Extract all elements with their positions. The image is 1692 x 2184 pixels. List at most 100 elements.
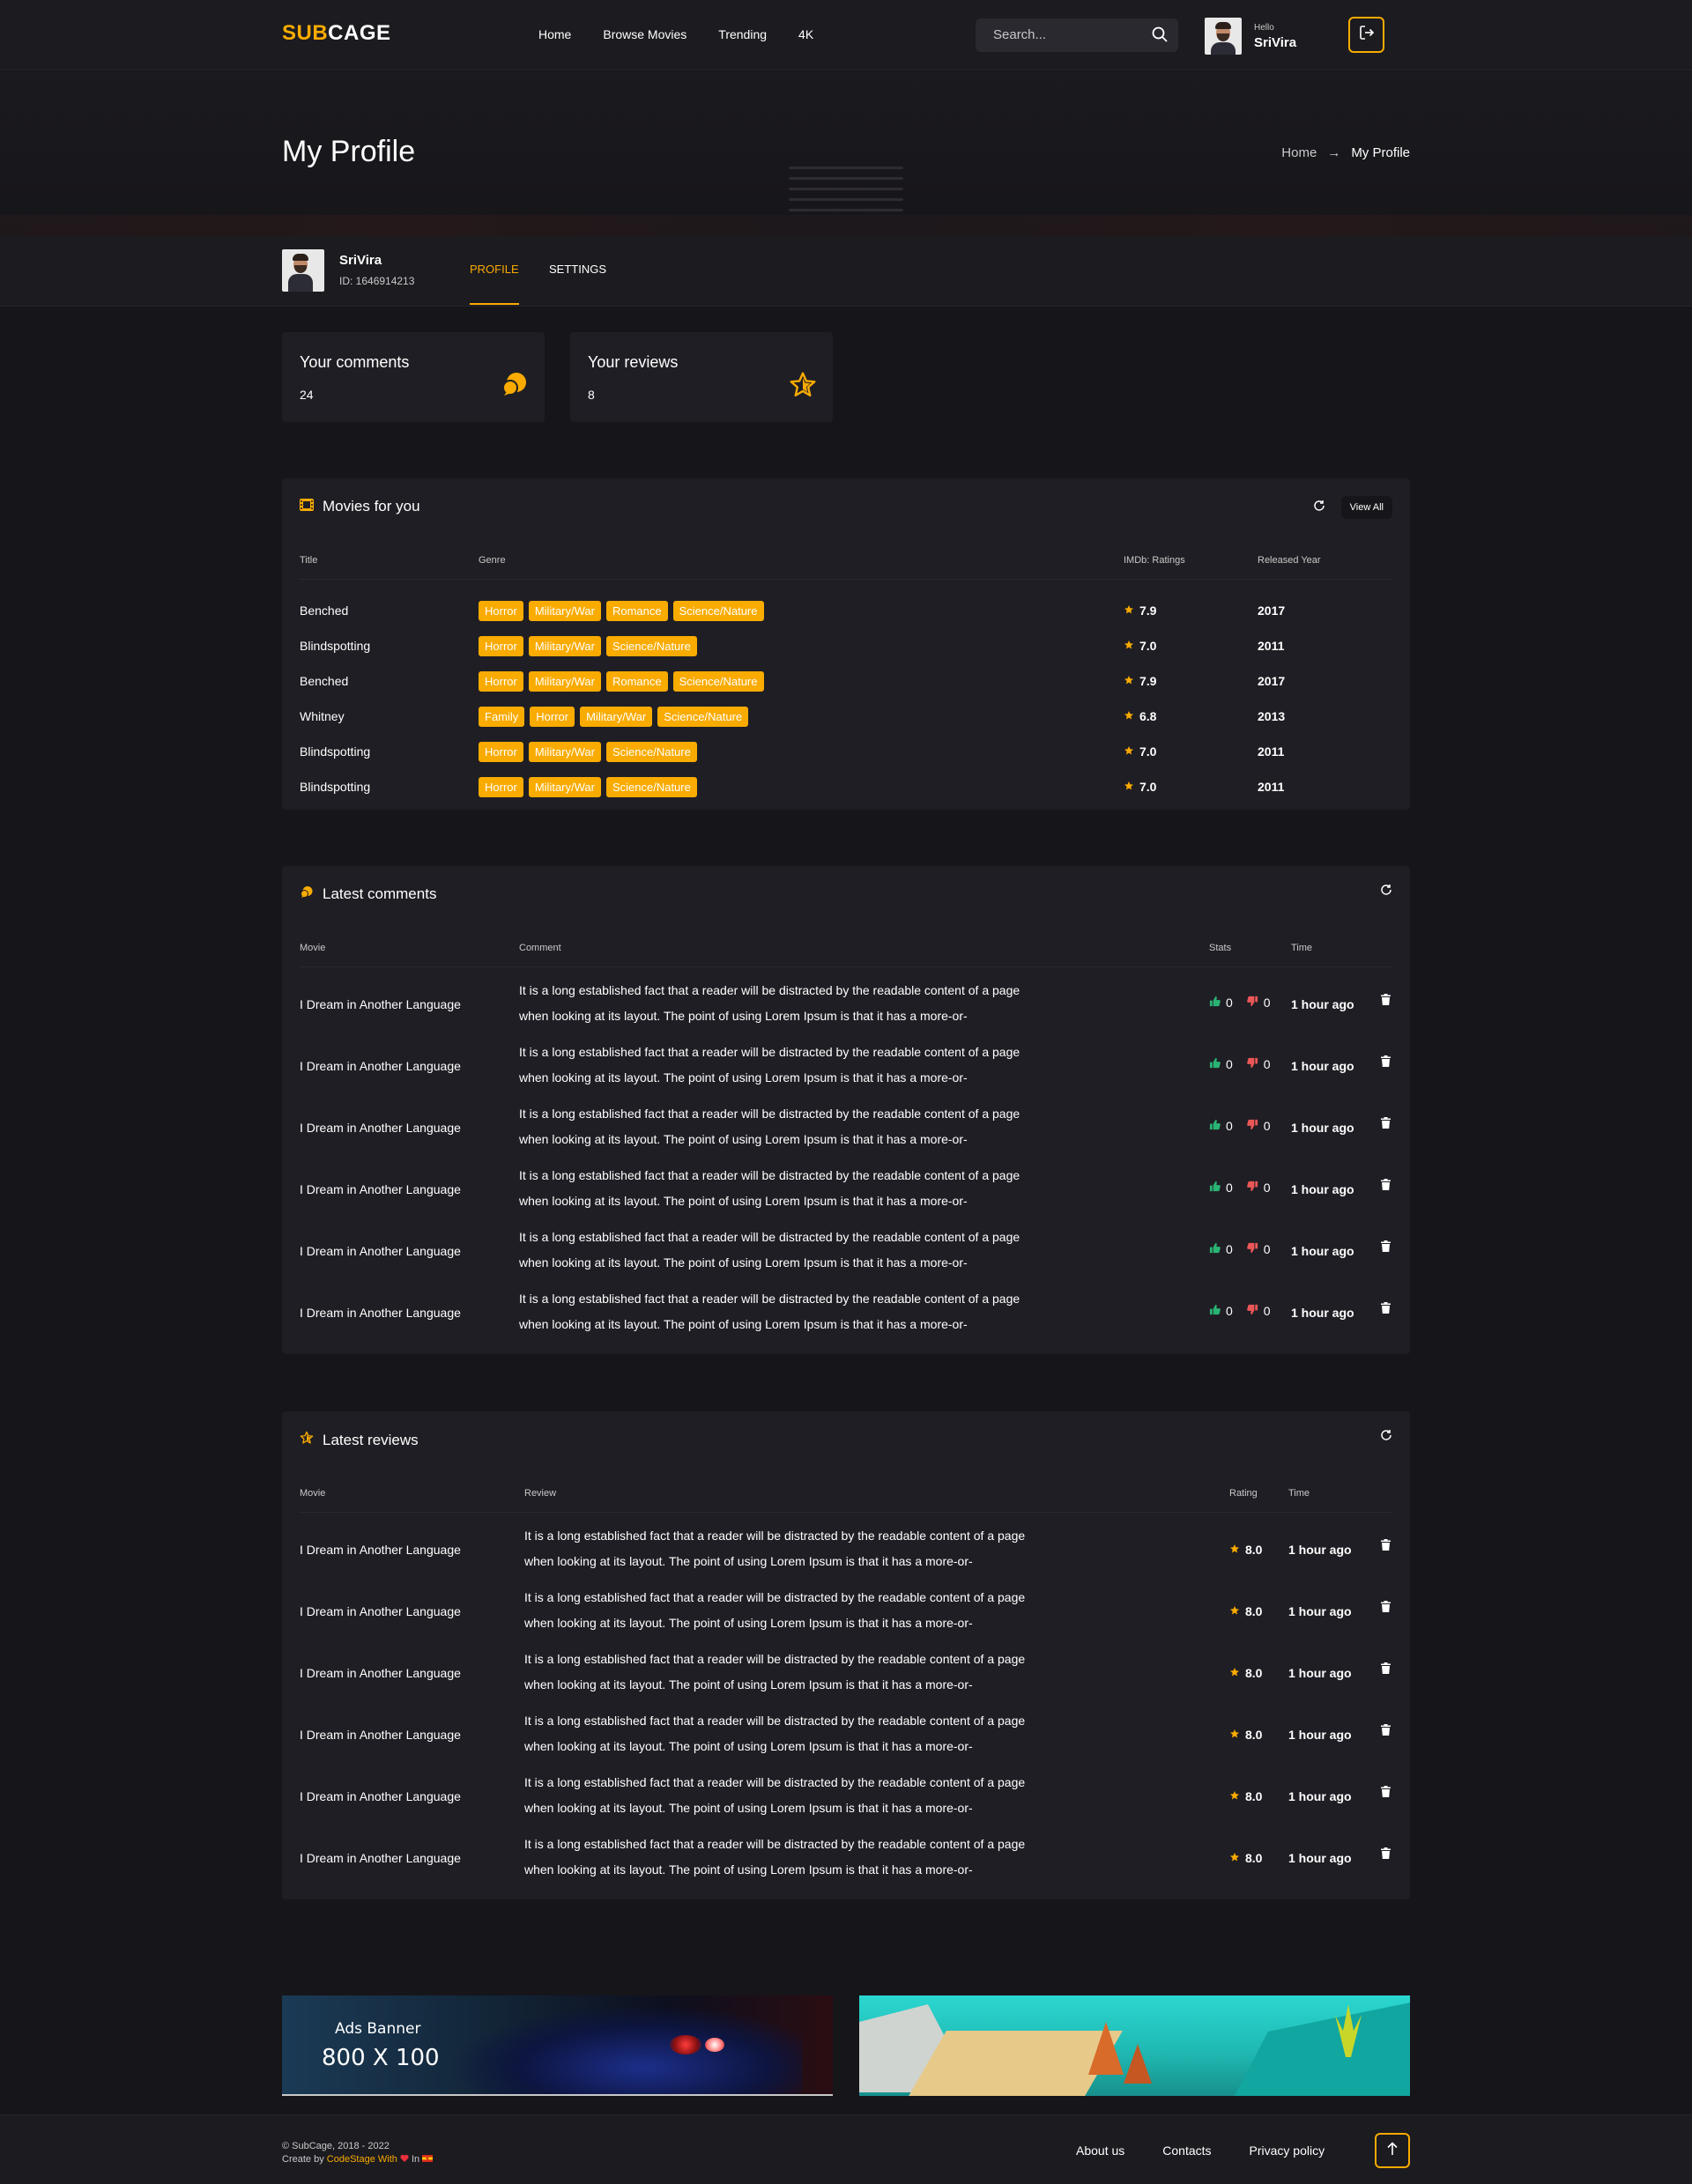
search-input[interactable] xyxy=(993,27,1143,42)
thumbs-down-icon[interactable] xyxy=(1246,1119,1258,1133)
genre-tag[interactable]: Horror xyxy=(479,601,523,621)
thumbs-up-icon[interactable] xyxy=(1209,1181,1221,1195)
review-movie[interactable]: I Dream in Another Language xyxy=(300,1851,461,1865)
nav-4k[interactable]: 4K xyxy=(798,27,813,41)
genre-tag[interactable]: Science/Nature xyxy=(605,777,697,797)
user-menu[interactable]: Hello SriVira xyxy=(1205,18,1296,55)
trash-icon[interactable] xyxy=(1381,1240,1391,1256)
review-text: It is a long established fact that a rea… xyxy=(524,1770,1071,1821)
column-header-year: Released Year xyxy=(1258,555,1321,566)
nav-trending[interactable]: Trending xyxy=(718,27,767,41)
genre-tag[interactable]: Science/Nature xyxy=(672,601,764,621)
tab-profile[interactable]: PROFILE xyxy=(470,263,519,305)
movie-title[interactable]: Blindspotting xyxy=(300,639,370,653)
genre-tag[interactable]: Horror xyxy=(530,707,575,727)
comment-movie[interactable]: I Dream in Another Language xyxy=(300,1059,461,1073)
genre-tag[interactable]: Horror xyxy=(479,742,523,762)
review-movie[interactable]: I Dream in Another Language xyxy=(300,1789,461,1803)
genre-tag[interactable]: Military/War xyxy=(528,742,601,762)
thumbs-down-icon[interactable] xyxy=(1246,1057,1258,1071)
genre-tag[interactable]: Military/War xyxy=(528,671,601,692)
movie-title[interactable]: Blindspotting xyxy=(300,744,370,759)
review-movie[interactable]: I Dream in Another Language xyxy=(300,1543,461,1557)
comment-movie[interactable]: I Dream in Another Language xyxy=(300,1121,461,1135)
comment-time: 1 hour ago xyxy=(1291,1244,1354,1258)
genre-tag[interactable]: Horror xyxy=(479,671,523,692)
logout-icon xyxy=(1359,25,1375,45)
ad-banner-left[interactable]: Ads Banner 800 X 100 xyxy=(282,1995,833,2096)
thumbs-down-icon[interactable] xyxy=(1246,1304,1258,1318)
view-all-button[interactable]: View All xyxy=(1340,496,1392,519)
movie-title[interactable]: Benched xyxy=(300,674,348,688)
refresh-icon[interactable] xyxy=(1380,884,1392,900)
movie-title[interactable]: Benched xyxy=(300,603,348,618)
ad-banner-right[interactable] xyxy=(859,1995,1410,2096)
comment-movie[interactable]: I Dream in Another Language xyxy=(300,997,461,1011)
star-icon xyxy=(1229,1666,1240,1680)
credits-brand[interactable]: CodeStage With xyxy=(327,2154,397,2165)
release-year: 2011 xyxy=(1258,639,1285,653)
tail-light-glow xyxy=(705,2038,724,2052)
thumbs-up-icon[interactable] xyxy=(1209,1304,1221,1318)
genre-tag[interactable]: Horror xyxy=(479,636,523,656)
thumbs-down-icon[interactable] xyxy=(1246,996,1258,1010)
footer-link-about[interactable]: About us xyxy=(1076,2143,1124,2158)
comment-movie[interactable]: I Dream in Another Language xyxy=(300,1182,461,1196)
review-rating: 8.0 xyxy=(1229,1728,1262,1742)
trash-icon[interactable] xyxy=(1381,1662,1391,1678)
trash-icon[interactable] xyxy=(1381,1539,1391,1555)
thumbs-up-icon[interactable] xyxy=(1209,1242,1221,1256)
comment-movie[interactable]: I Dream in Another Language xyxy=(300,1244,461,1258)
movies-panel: Movies for you View All Title Genre IMDb… xyxy=(282,478,1410,810)
rating-value: 8.0 xyxy=(1245,1604,1263,1618)
genre-tag[interactable]: Science/Nature xyxy=(657,707,749,727)
movie-title[interactable]: Whitney xyxy=(300,709,345,723)
genre-tag[interactable]: Military/War xyxy=(528,777,601,797)
review-movie[interactable]: I Dream in Another Language xyxy=(300,1604,461,1618)
search-icon[interactable] xyxy=(1152,26,1168,47)
trash-icon[interactable] xyxy=(1381,1601,1391,1617)
trash-icon[interactable] xyxy=(1381,994,1391,1010)
trash-icon[interactable] xyxy=(1381,1847,1391,1863)
trash-icon[interactable] xyxy=(1381,1724,1391,1740)
footer-link-privacy[interactable]: Privacy policy xyxy=(1250,2143,1325,2158)
logout-button[interactable] xyxy=(1348,17,1384,53)
review-time: 1 hour ago xyxy=(1288,1851,1352,1865)
genre-tag[interactable]: Military/War xyxy=(580,707,653,727)
review-time: 1 hour ago xyxy=(1288,1543,1352,1557)
footer-link-contacts[interactable]: Contacts xyxy=(1162,2143,1211,2158)
trash-icon[interactable] xyxy=(1381,1179,1391,1195)
trash-icon[interactable] xyxy=(1381,1302,1391,1318)
nav-home[interactable]: Home xyxy=(538,27,571,41)
column-header-movie: Movie xyxy=(300,943,326,953)
genre-tag[interactable]: Military/War xyxy=(528,601,601,621)
genre-tag[interactable]: Science/Nature xyxy=(672,671,764,692)
thumbs-up-icon[interactable] xyxy=(1209,996,1221,1010)
review-movie[interactable]: I Dream in Another Language xyxy=(300,1728,461,1742)
genre-tag[interactable]: Science/Nature xyxy=(605,742,697,762)
refresh-icon[interactable] xyxy=(1313,500,1325,516)
thumbs-up-icon[interactable] xyxy=(1209,1057,1221,1071)
genre-tag[interactable]: Science/Nature xyxy=(605,636,697,656)
tab-settings[interactable]: SETTINGS xyxy=(549,263,606,276)
nav-browse-movies[interactable]: Browse Movies xyxy=(603,27,686,41)
movie-title[interactable]: Blindspotting xyxy=(300,780,370,794)
logo[interactable]: SUBCAGE xyxy=(282,21,391,46)
trash-icon[interactable] xyxy=(1381,1117,1391,1133)
genre-tag[interactable]: Family xyxy=(479,707,525,727)
trash-icon[interactable] xyxy=(1381,1786,1391,1802)
genre-tag[interactable]: Horror xyxy=(479,777,523,797)
genre-tag[interactable]: Romance xyxy=(605,671,668,692)
comment-line: when looking at its layout. The point of… xyxy=(519,1070,968,1085)
genre-tag[interactable]: Military/War xyxy=(528,636,601,656)
review-movie[interactable]: I Dream in Another Language xyxy=(300,1666,461,1680)
thumbs-up-icon[interactable] xyxy=(1209,1119,1221,1133)
thumbs-down-icon[interactable] xyxy=(1246,1181,1258,1195)
breadcrumb-home[interactable]: Home xyxy=(1281,145,1317,160)
scroll-to-top-button[interactable] xyxy=(1375,2133,1410,2168)
thumbs-down-icon[interactable] xyxy=(1246,1242,1258,1256)
comment-movie[interactable]: I Dream in Another Language xyxy=(300,1306,461,1320)
genre-tag[interactable]: Romance xyxy=(605,601,668,621)
refresh-icon[interactable] xyxy=(1380,1429,1392,1446)
trash-icon[interactable] xyxy=(1381,1055,1391,1071)
